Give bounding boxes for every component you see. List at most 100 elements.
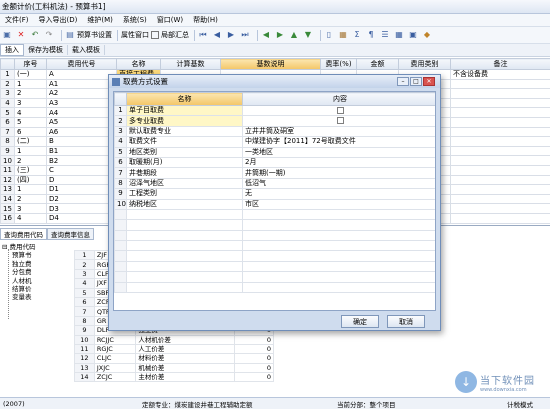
cell-note[interactable] [450, 116, 550, 128]
setting-value[interactable]: 无 [242, 188, 435, 200]
cell-seq[interactable]: 3 [14, 203, 47, 214]
list-item[interactable]: 14 ZCJC 主材价差 0 [74, 372, 275, 383]
col-header-name[interactable]: 名称 [116, 58, 161, 70]
setting-value[interactable] [242, 115, 435, 127]
cell-seq[interactable]: 4 [14, 212, 47, 224]
setting-value[interactable]: 中煤建协字【2011】72号取费文件 [242, 136, 435, 148]
setting-value[interactable]: 2月 [242, 156, 435, 169]
maximize-button[interactable]: □ [410, 77, 422, 86]
table-button[interactable]: ▦ [394, 29, 406, 42]
prev-button[interactable]: ◀ [212, 29, 224, 42]
setting-value[interactable]: 低沼气 [242, 177, 435, 190]
cell-code[interactable]: D [46, 174, 117, 186]
close-button[interactable]: ✕ [423, 77, 435, 86]
dialog-setting-row[interactable]: 9 工程类别无 [114, 188, 435, 200]
code-value[interactable]: CLJC [93, 353, 137, 364]
list-item[interactable]: 13 JXJC 机械价差 0 [74, 362, 275, 374]
cell-note[interactable] [450, 212, 550, 224]
tag-button[interactable]: ◆ [422, 29, 434, 42]
cell-note[interactable]: 不含设备费 [450, 69, 550, 80]
setting-value[interactable] [242, 104, 435, 117]
code-value[interactable]: JXJC [93, 362, 137, 374]
row-number[interactable]: 9 [0, 145, 15, 157]
cell-seq[interactable]: (二) [14, 136, 47, 147]
cell-note[interactable] [450, 97, 550, 109]
row-number[interactable]: 13 [0, 184, 15, 195]
cell-seq[interactable]: 6 [14, 126, 47, 138]
cell-note[interactable] [450, 136, 550, 147]
calc-button[interactable]: ▣ [408, 29, 420, 42]
next-button[interactable]: ▶ [226, 29, 238, 42]
setting-value[interactable]: 市区 [242, 198, 435, 210]
dialog-col-header-name[interactable]: 名称 [126, 92, 243, 106]
setting-value[interactable]: 井筒期(一期) [242, 167, 435, 179]
cell-note[interactable] [450, 164, 550, 176]
cell-note[interactable] [450, 78, 550, 90]
local-summary-toggle[interactable]: 局部汇总 [151, 29, 189, 42]
row-number[interactable]: 3 [0, 88, 15, 99]
save-template-button[interactable]: 保存为模板 [24, 45, 68, 55]
row-number[interactable]: 10 [0, 155, 15, 166]
cell-code[interactable]: B2 [46, 155, 117, 166]
cell-seq[interactable]: 2 [14, 155, 47, 166]
prop-window-button[interactable]: 属性窗口 [121, 29, 149, 42]
menu-system[interactable]: 系统(S) [118, 15, 152, 25]
dialog-setting-row[interactable]: 4 取费文件 中煤建协字【2011】72号取费文件 [114, 136, 435, 148]
first-button[interactable]: ⏮ [198, 29, 210, 42]
list-item[interactable]: 12 CLJC 材料价差 0 [74, 353, 275, 364]
budget-setting-button[interactable]: ▤ 预算书设置 [65, 29, 112, 42]
row-number[interactable]: 6 [0, 116, 15, 128]
cell-seq[interactable]: 2 [14, 88, 47, 99]
cell-note[interactable] [450, 184, 550, 195]
cell-note[interactable] [450, 88, 550, 99]
row-number[interactable]: 11 [0, 164, 15, 176]
dialog-setting-row[interactable]: 2 多专业取费 [114, 115, 435, 127]
cell-seq[interactable]: 2 [14, 193, 47, 205]
list-item[interactable]: 11 RGJC 人工价差 0 [74, 343, 275, 355]
code-value[interactable]: ZCJC [93, 372, 137, 383]
row-number[interactable]: 12 [0, 174, 15, 186]
dialog-setting-row[interactable]: 5 地区类别 一类地区 [114, 146, 435, 158]
col-header-category[interactable]: 费用类别 [398, 58, 451, 70]
cell-seq[interactable]: (四) [14, 174, 47, 186]
checkbox-icon[interactable] [336, 117, 344, 125]
doc-button[interactable]: ▯ [324, 29, 336, 42]
load-template-button[interactable]: 载入模板 [68, 45, 105, 55]
cell-code[interactable]: A1 [46, 78, 117, 90]
minimize-button[interactable]: – [397, 77, 409, 86]
menu-maintain[interactable]: 维护(M) [82, 15, 118, 25]
cell-note[interactable] [450, 145, 550, 157]
cell-note[interactable] [450, 193, 550, 205]
cell-code[interactable]: D3 [46, 203, 117, 214]
cell-code[interactable]: A3 [46, 97, 117, 109]
cell-seq[interactable]: 4 [14, 107, 47, 118]
dialog-setting-row[interactable]: 3 默认取费专业 立井井筒及硐室 [114, 125, 435, 138]
down-arrow-button[interactable]: ▼ [303, 29, 315, 42]
list-item[interactable]: 10 RCJJC 人材机价差 0 [74, 334, 275, 345]
cell-code[interactable]: A6 [46, 126, 117, 138]
cell-seq[interactable]: (三) [14, 164, 47, 176]
menu-window[interactable]: 窗口(W) [152, 15, 188, 25]
cell-note[interactable] [450, 203, 550, 214]
col-header-amount[interactable]: 金额 [356, 58, 399, 70]
cell-code[interactable]: A5 [46, 116, 117, 128]
col-header-code[interactable]: 费用代号 [46, 58, 117, 70]
menu-file[interactable]: 文件(F) [0, 15, 34, 25]
redo-button[interactable]: ↷ [44, 29, 56, 42]
code-value[interactable]: RGJC [93, 343, 137, 355]
para-button[interactable]: ¶ [366, 29, 378, 42]
dialog-setting-row[interactable]: 1 单子目取费 [114, 104, 435, 117]
cell-note[interactable] [450, 155, 550, 166]
row-number[interactable]: 8 [0, 136, 15, 147]
cell-code[interactable]: B [46, 136, 117, 147]
row-number[interactable]: 5 [0, 107, 15, 118]
row-number[interactable]: 14 [0, 193, 15, 205]
code-value[interactable]: RCJJC [93, 334, 137, 345]
cell-note[interactable] [450, 126, 550, 138]
dialog-setting-row[interactable]: 10 纳税地区 市区 [114, 198, 435, 210]
checkbox-icon[interactable] [336, 106, 344, 114]
col-header-base[interactable]: 计算基数 [160, 58, 221, 70]
cell-code[interactable]: B1 [46, 145, 117, 157]
tab-query-fee-code[interactable]: 查询费用代码 [0, 228, 47, 240]
right-arrow-button[interactable]: ▶ [275, 29, 287, 42]
